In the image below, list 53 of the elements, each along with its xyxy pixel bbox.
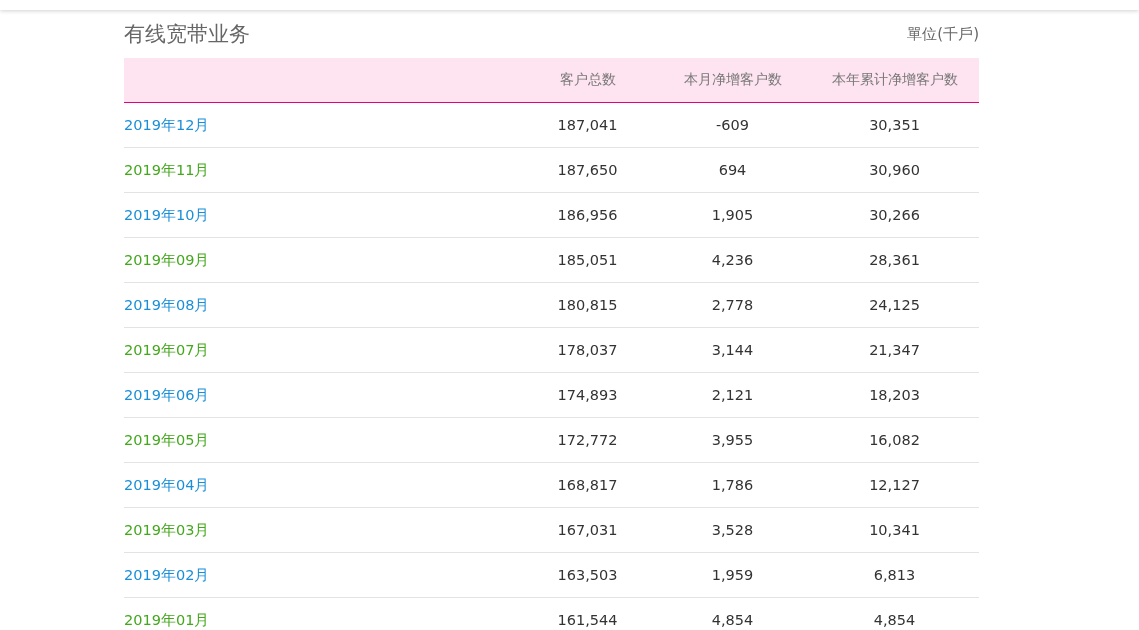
month-link[interactable]: 2019年07月 [124, 340, 210, 360]
column-header: 本年累计净增客户数 [830, 71, 959, 89]
table-cell-text: 694 [717, 162, 748, 178]
table-cell-text: 10,341 [868, 522, 921, 538]
table-cell-text: 4,854 [872, 612, 917, 628]
table-cell-text: 4,236 [710, 252, 755, 268]
table-cell-text: 3,528 [710, 522, 755, 538]
month-link[interactable]: 2019年11月 [124, 160, 210, 180]
month-link[interactable]: 2019年02月 [124, 565, 210, 585]
table-cell-text: 163,503 [556, 567, 619, 583]
table-cell-text: 187,650 [556, 162, 619, 178]
table-cell-text: 18,203 [868, 387, 921, 403]
month-link[interactable]: 2019年05月 [124, 430, 210, 450]
table-cell-text: 6,813 [872, 567, 917, 583]
month-link[interactable]: 2019年01月 [124, 610, 210, 630]
table-cell-text: 167,031 [556, 522, 619, 538]
table-cell-text: 180,815 [556, 297, 619, 313]
month-link[interactable]: 2019年10月 [124, 205, 210, 225]
unit-label: 單位(千戶) [907, 24, 979, 44]
table-cell-text: 21,347 [868, 342, 921, 358]
month-link[interactable]: 2019年04月 [124, 475, 210, 495]
table-cell-text: 30,351 [868, 117, 921, 133]
table-cell-text: 161,544 [556, 612, 619, 628]
month-link[interactable]: 2019年09月 [124, 250, 210, 270]
table-cell-text: 172,772 [556, 432, 619, 448]
table-cell-text: 28,361 [868, 252, 921, 268]
table-cell-text: 2,778 [710, 297, 755, 313]
table-cell-text: 3,144 [710, 342, 755, 358]
table-cell-text: 30,960 [868, 162, 921, 178]
column-header: 本月净增客户数 [682, 71, 783, 89]
month-link[interactable]: 2019年12月 [124, 115, 210, 135]
table-cell-text: 30,266 [868, 207, 921, 223]
table-cell-text: 2,121 [710, 387, 755, 403]
table-cell-text: 168,817 [556, 477, 619, 493]
table-cell-text: 187,041 [556, 117, 619, 133]
table-cell-text: 3,955 [710, 432, 755, 448]
table-cell-text: 185,051 [556, 252, 619, 268]
month-link[interactable]: 2019年06月 [124, 385, 210, 405]
table-cell-text: 1,959 [710, 567, 755, 583]
column-header: 客户总数 [558, 71, 617, 89]
table-cell-text: 178,037 [556, 342, 619, 358]
month-link[interactable]: 2019年08月 [124, 295, 210, 315]
table-cell-text: 12,127 [868, 477, 921, 493]
table-cell-text: 1,905 [710, 207, 755, 223]
table-cell-text: -609 [715, 117, 750, 133]
table-cell-text: 16,082 [868, 432, 921, 448]
table-cell-text: 186,956 [556, 207, 619, 223]
table-cell-text: 174,893 [556, 387, 619, 403]
month-link[interactable]: 2019年03月 [124, 520, 210, 540]
table-cell-text: 1,786 [710, 477, 755, 493]
table-cell-text: 24,125 [868, 297, 921, 313]
table-cell-text: 4,854 [710, 612, 755, 628]
section-title: 有线宽带业务 [124, 21, 250, 48]
